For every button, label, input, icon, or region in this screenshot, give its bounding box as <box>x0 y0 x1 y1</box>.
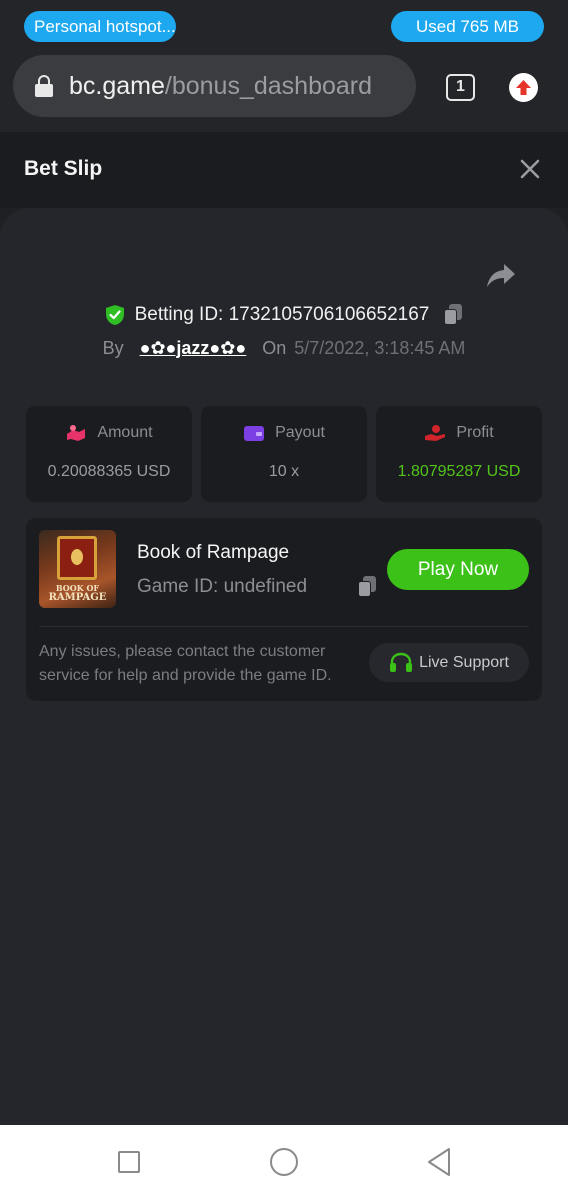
by-label: By <box>102 337 124 358</box>
system-nav-bar <box>0 1125 568 1200</box>
game-thumbnail[interactable]: BOOK OF RAMPAGE <box>39 530 116 608</box>
play-now-button[interactable]: Play Now <box>387 549 529 590</box>
game-thumbnail-logo: BOOK OF RAMPAGE <box>48 583 107 603</box>
stat-payout-value: 10 x <box>268 463 300 480</box>
copy-icon[interactable] <box>443 304 463 326</box>
stat-amount-label: Amount <box>97 424 153 441</box>
game-id: Game ID: undefined <box>137 576 308 597</box>
profit-hand-icon <box>425 425 446 441</box>
amount-icon <box>67 425 86 441</box>
url-path: /bonus_dashboard <box>164 71 373 100</box>
upload-arrow-icon[interactable] <box>509 73 538 102</box>
back-icon[interactable] <box>426 1147 452 1177</box>
betting-id: Betting ID: 1732105706106652167 <box>134 304 430 325</box>
bet-slip-header: Bet Slip <box>0 132 568 208</box>
address-bar[interactable]: bc.game/bonus_dashboard <box>13 55 416 117</box>
browser-toolbar: bc.game/bonus_dashboard 1 <box>0 52 568 132</box>
stat-amount: Amount 0.20088365 USD <box>26 406 192 502</box>
recent-apps-icon[interactable] <box>118 1151 140 1173</box>
game-id-copy-icon[interactable] <box>357 576 377 598</box>
wallet-icon <box>244 426 265 441</box>
live-support-button[interactable]: Live Support <box>369 643 529 682</box>
book-illustration <box>57 536 97 580</box>
stat-profit-label: Profit <box>456 424 494 441</box>
stat-payout-label: Payout <box>275 424 325 441</box>
home-icon[interactable] <box>270 1148 298 1176</box>
live-support-label: Live Support <box>419 653 509 671</box>
lock-icon <box>35 75 53 97</box>
stat-payout: Payout 10 x <box>201 406 367 502</box>
divider <box>39 626 529 627</box>
support-notice: Any issues, please contact the customer … <box>39 643 332 684</box>
bet-date: 5/7/2022, 3:18:45 AM <box>294 337 466 358</box>
bet-slip-card: Betting ID: 1732105706106652167 By ●✿●ja… <box>0 208 568 1125</box>
bet-author-row: By ●✿●jazz●✿● On 5/7/2022, 3:18:45 AM <box>0 334 568 362</box>
share-icon[interactable] <box>486 262 516 288</box>
game-card: BOOK OF RAMPAGE Book of Rampage Game ID:… <box>26 518 542 701</box>
game-title: Book of Rampage <box>137 542 290 563</box>
stat-amount-value: 0.20088365 USD <box>47 463 171 480</box>
headset-icon <box>390 652 413 672</box>
stat-profit: Profit 1.80795287 USD <box>376 406 542 502</box>
tabs-icon[interactable]: 1 <box>446 74 475 101</box>
hotspot-pill[interactable]: Personal hotspot... <box>24 11 176 42</box>
verified-shield-icon <box>105 305 124 325</box>
bet-stats: Amount 0.20088365 USD Payout 10 x Profit <box>26 406 542 502</box>
betting-id-row: Betting ID: 1732105706106652167 <box>0 300 568 330</box>
username-link[interactable]: ●✿●jazz●✿● <box>140 338 247 359</box>
url-domain: bc.game <box>69 71 165 100</box>
stat-profit-value: 1.80795287 USD <box>397 463 521 480</box>
url-text: bc.game/bonus_dashboard <box>69 72 372 101</box>
on-label: On <box>262 337 287 358</box>
status-bar: Personal hotspot... Used 765 MB <box>0 0 568 52</box>
data-usage-pill[interactable]: Used 765 MB <box>391 11 544 42</box>
close-icon[interactable] <box>517 156 543 182</box>
bet-slip-title: Bet Slip <box>24 157 103 180</box>
